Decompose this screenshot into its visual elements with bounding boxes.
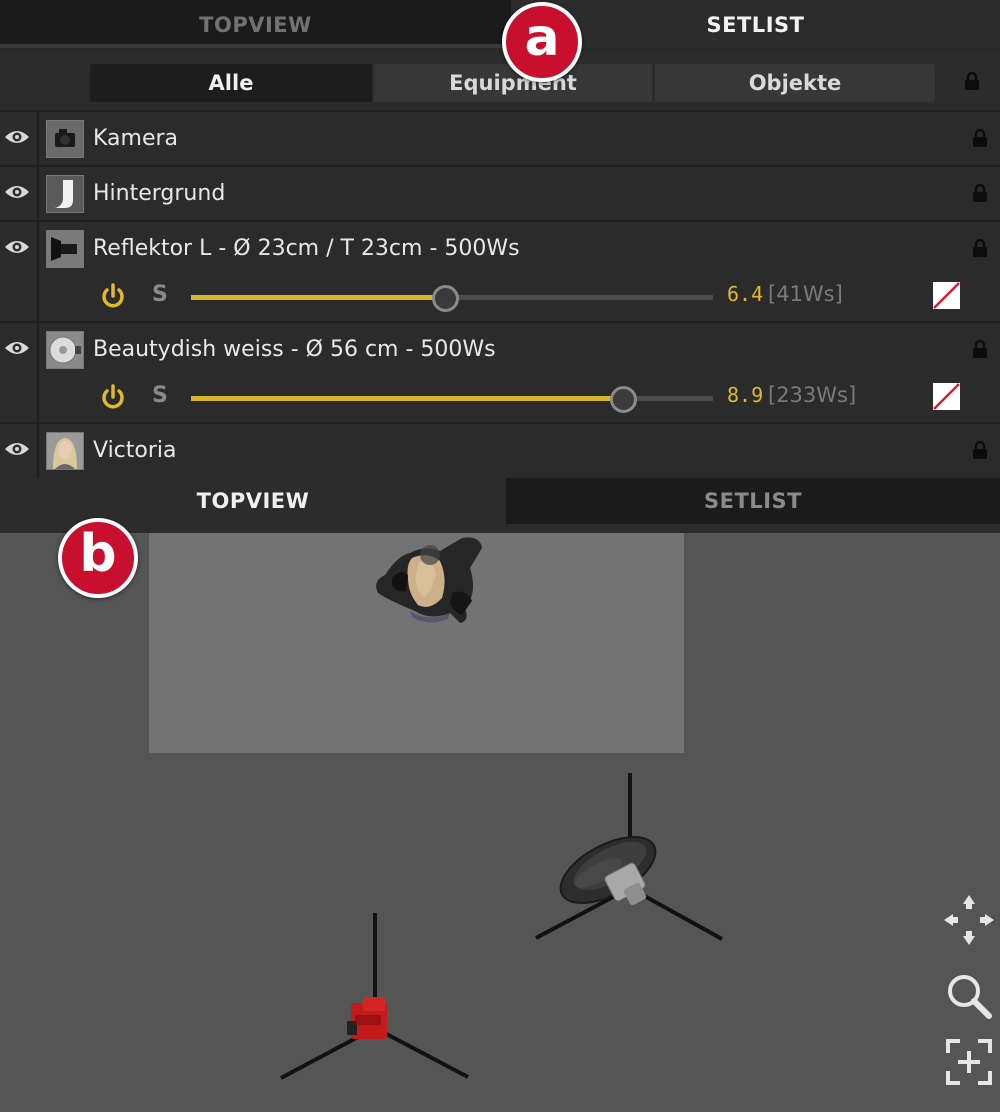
setlist-item-reflektor[interactable]: Reflektor L - Ø 23cm / T 23cm - 500Ws S … <box>0 220 1000 322</box>
flash-controls: S 8.9 [233Ws] <box>0 379 1000 423</box>
power-slider[interactable] <box>191 386 713 413</box>
beautydish-light[interactable] <box>530 773 730 945</box>
visibility-eye-icon[interactable] <box>4 339 30 357</box>
lock-icon[interactable] <box>972 340 988 358</box>
power-slider-knob[interactable] <box>609 386 637 413</box>
filter-alle[interactable]: Alle <box>90 64 372 102</box>
setlist-item-beautydish[interactable]: Beautydish weiss - Ø 56 cm - 500Ws S 8.9… <box>0 321 1000 423</box>
item-name: Reflektor L - Ø 23cm / T 23cm - 500Ws <box>93 236 520 261</box>
filter-objekte[interactable]: Objekte <box>655 64 935 102</box>
solo-button[interactable]: S <box>152 282 168 307</box>
backdrop-thumbnail <box>46 175 84 213</box>
callout-badge-b: b <box>58 518 138 598</box>
visibility-eye-icon[interactable] <box>4 238 30 256</box>
tab-setlist[interactable]: SETLIST <box>511 0 1000 48</box>
callout-badge-a: a <box>502 2 582 82</box>
visibility-eye-icon[interactable] <box>4 128 30 146</box>
model-portrait-thumbnail <box>46 432 84 470</box>
camera-tripod[interactable] <box>275 913 475 1083</box>
setlist-item-victoria[interactable]: Victoria <box>0 422 1000 478</box>
power-icon[interactable] <box>100 384 126 412</box>
solo-button[interactable]: S <box>152 383 168 408</box>
item-name: Beautydish weiss - Ø 56 cm - 500Ws <box>93 337 496 362</box>
tab-setlist[interactable]: SETLIST <box>506 478 1000 524</box>
energy-value: [233Ws] <box>768 383 857 407</box>
tabbar-strip <box>0 524 1000 533</box>
fit-view-icon[interactable] <box>942 1035 996 1089</box>
panel-b-tabbar: TOPVIEW SETLIST <box>0 478 1000 533</box>
move-icon[interactable] <box>942 893 996 947</box>
item-name: Hintergrund <box>93 181 226 206</box>
tab-topview[interactable]: TOPVIEW <box>0 0 511 48</box>
setlist-panel: TOPVIEW SETLIST Alle Equipment Objekte K… <box>0 0 1000 478</box>
topview-viewport[interactable] <box>0 533 1000 1112</box>
power-icon[interactable] <box>100 283 126 311</box>
power-slider-fill <box>191 396 622 401</box>
power-value: 8.9 <box>727 383 764 407</box>
item-name: Kamera <box>93 126 179 151</box>
reflector-thumbnail <box>46 230 84 268</box>
row-divider <box>37 424 39 478</box>
tab-topview[interactable]: TOPVIEW <box>0 478 506 524</box>
visibility-eye-icon[interactable] <box>4 440 30 458</box>
power-slider-knob[interactable] <box>432 285 460 312</box>
lock-icon[interactable] <box>972 239 988 257</box>
filter-bar: Alle Equipment Objekte <box>0 54 1000 108</box>
lock-icon[interactable] <box>972 441 988 459</box>
beautydish-thumbnail <box>46 331 84 369</box>
camera-thumbnail <box>46 120 84 158</box>
lock-icon[interactable] <box>972 129 988 147</box>
power-slider[interactable] <box>191 285 713 312</box>
setlist-item-hintergrund[interactable]: Hintergrund <box>0 165 1000 221</box>
power-slider-fill <box>191 295 445 300</box>
color-filter-swatch[interactable] <box>933 282 960 309</box>
panel-a-tabbar: TOPVIEW SETLIST <box>0 0 1000 48</box>
visibility-eye-icon[interactable] <box>4 183 30 201</box>
zoom-icon[interactable] <box>942 969 996 1023</box>
color-filter-swatch[interactable] <box>933 383 960 410</box>
flash-controls: S 6.4 [41Ws] <box>0 278 1000 322</box>
energy-value: [41Ws] <box>768 282 843 306</box>
row-divider <box>37 167 39 221</box>
lock-all-icon[interactable] <box>964 72 980 90</box>
model-figure[interactable] <box>370 533 490 628</box>
power-value: 6.4 <box>727 282 764 306</box>
lock-icon[interactable] <box>972 184 988 202</box>
setlist-item-kamera[interactable]: Kamera <box>0 110 1000 166</box>
item-name: Victoria <box>93 438 177 463</box>
row-divider <box>37 112 39 166</box>
